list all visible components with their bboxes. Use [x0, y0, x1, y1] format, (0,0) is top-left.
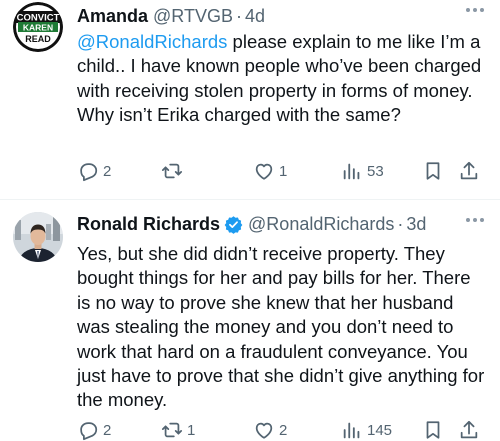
avatar-word-karen: KAREN	[23, 23, 53, 33]
tweet-text: Yes, but she did didn’t receive property…	[77, 242, 486, 413]
verified-badge-icon	[224, 215, 243, 234]
like-count: 2	[279, 421, 288, 439]
repost-button[interactable]: 1	[161, 417, 195, 441]
bookmark-button[interactable]	[422, 158, 444, 184]
user-handle[interactable]: @RTVGB	[153, 6, 233, 27]
repost-icon	[161, 422, 183, 438]
repost-count: 1	[187, 421, 196, 439]
bookmark-button[interactable]	[422, 417, 444, 441]
avatar-logo: CONVICT KAREN READ	[13, 2, 63, 52]
views-button[interactable]: 145	[341, 417, 392, 441]
user-handle[interactable]: @RonaldRichards	[248, 214, 394, 235]
reply-button[interactable]: 2	[77, 158, 111, 184]
views-icon	[343, 163, 360, 180]
share-icon	[460, 420, 478, 439]
mention-link[interactable]: @RonaldRichards	[77, 31, 227, 52]
avatar-photo	[13, 212, 63, 262]
tweet-amanda[interactable]: CONVICT KAREN READ Amanda @RTVGB · 4d @R…	[0, 0, 500, 200]
more-icon[interactable]	[466, 8, 484, 14]
tweet-text: @RonaldRichards please explain to me lik…	[77, 30, 486, 128]
display-name[interactable]: Amanda	[77, 6, 148, 27]
view-count: 145	[367, 421, 393, 439]
like-button[interactable]: 1	[253, 158, 287, 184]
share-button[interactable]	[458, 158, 480, 184]
timestamp[interactable]: 4d	[245, 6, 265, 27]
bookmark-icon	[426, 162, 440, 180]
like-icon	[255, 163, 273, 180]
view-count: 53	[367, 162, 384, 180]
repost-button[interactable]	[161, 158, 187, 184]
more-icon[interactable]	[466, 218, 484, 224]
reply-count: 2	[103, 421, 112, 439]
separator-dot: ·	[397, 213, 404, 234]
like-icon	[255, 422, 273, 439]
reply-icon	[80, 422, 98, 441]
views-button[interactable]: 53	[341, 158, 384, 184]
like-count: 1	[279, 162, 288, 180]
reply-count: 2	[103, 162, 112, 180]
repost-icon	[161, 163, 183, 179]
bookmark-icon	[426, 421, 440, 439]
views-icon	[343, 422, 360, 439]
display-name[interactable]: Ronald Richards	[77, 214, 220, 235]
action-bar: 2 1 2 145	[77, 417, 490, 441]
share-icon	[460, 161, 478, 180]
avatar-amanda[interactable]: CONVICT KAREN READ	[13, 2, 63, 52]
tweet-body: Yes, but she did didn’t receive property…	[77, 243, 485, 411]
share-button[interactable]	[458, 417, 480, 441]
action-bar: 2 1 53	[77, 158, 490, 184]
tweet-ronald-richards[interactable]: Ronald Richards @RonaldRichards · 3d Yes…	[0, 200, 500, 441]
avatar-ronald-richards[interactable]	[13, 212, 63, 262]
tweet-header: Amanda @RTVGB · 4d	[77, 4, 488, 28]
tweet-header: Ronald Richards @RonaldRichards · 3d	[77, 212, 488, 236]
separator-dot: ·	[235, 5, 242, 26]
reply-button[interactable]: 2	[77, 417, 111, 441]
like-button[interactable]: 2	[253, 417, 287, 441]
timestamp[interactable]: 3d	[406, 214, 426, 235]
avatar-word-read: READ	[25, 34, 51, 44]
reply-icon	[80, 163, 98, 182]
